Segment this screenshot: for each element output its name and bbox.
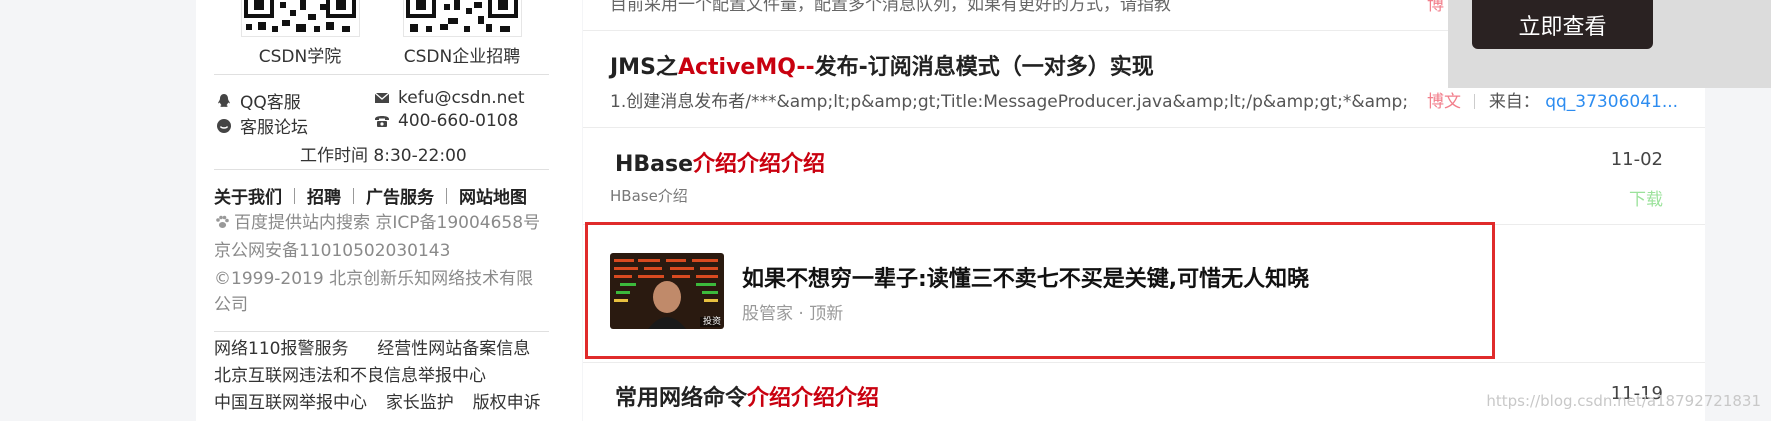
separator — [446, 187, 447, 204]
sidebar: CSDN学院 CSDN企业招聘 QQ客服 kefu@csdn.net 客服论坛 … — [196, 0, 582, 421]
article-desc[interactable]: 1.创建消息发布者/***&amp;lt;p&amp;gt;Title:Mess… — [610, 87, 1410, 112]
forum-smile-icon — [216, 118, 232, 134]
from-label: 来自： — [1488, 92, 1540, 112]
link-china-report-center[interactable]: 中国互联网举报中心 — [214, 393, 367, 413]
author-link[interactable]: qq_37306041... — [1545, 92, 1678, 112]
floating-banner: 立即查看 — [1448, 0, 1771, 88]
phone-label: 400-660-0108 — [398, 111, 519, 131]
divider — [214, 74, 549, 75]
download-title[interactable]: HBase介绍介绍介绍 — [615, 146, 825, 178]
link-report-center[interactable]: 北京互联网违法和不良信息举报中心 — [214, 363, 486, 390]
qr-label-csdn-academy[interactable]: CSDN学院 — [230, 42, 370, 67]
article-meta: 博文 来自： qq_37306041... — [1427, 87, 1678, 112]
qr-code-csdn-recruit[interactable] — [403, 0, 522, 37]
item-date: 11-02 — [1610, 149, 1663, 170]
article-tag: 博文 — [1427, 92, 1461, 112]
baidu-search-line: 百度提供站内搜索 京ICP备19004658号 — [214, 210, 540, 237]
title-highlight: ActiveMQ-- — [677, 55, 815, 80]
phone-icon — [374, 113, 390, 129]
qr-code-csdn-academy[interactable] — [241, 0, 360, 37]
qr-label-csdn-recruit[interactable]: CSDN企业招聘 — [392, 42, 532, 67]
footer-link-sitemap[interactable]: 网站地图 — [459, 183, 527, 208]
work-time: 工作时间 8:30-22:00 — [300, 146, 467, 166]
email-label: kefu@csdn.net — [398, 88, 525, 108]
ad-source: 股管家 · 顶新 — [742, 304, 844, 324]
mail-icon — [374, 90, 390, 106]
link-business-record[interactable]: 经营性网站备案信息 — [377, 339, 530, 359]
bottom-links-row-3: 中国互联网举报中心 家长监护 版权申诉 — [214, 390, 541, 417]
sponsored-ad-card[interactable]: 投资 如果不想穷一辈子:读懂三不卖七不买是关键,可惜无人知晓 股管家 · 顶新 — [585, 222, 1495, 359]
footer-link-ads[interactable]: 广告服务 — [366, 183, 434, 208]
email-link[interactable]: kefu@csdn.net — [374, 88, 525, 108]
divider — [214, 331, 549, 332]
title-suffix: 发布-订阅消息模式（一对多）实现 — [814, 55, 1154, 80]
ad-title[interactable]: 如果不想穷一辈子:读懂三不卖七不买是关键,可惜无人知晓 — [742, 261, 1309, 293]
row-divider — [583, 127, 1705, 128]
download-link[interactable]: 下载 — [1629, 185, 1663, 210]
prev-item-desc[interactable]: 目前采用一个配置文件量，配置多个消息队列，如果有更好的方式，请指教 — [610, 0, 1171, 15]
divider — [214, 169, 549, 170]
footer-links: 关于我们 招聘 广告服务 网站地图 — [214, 183, 527, 208]
qq-service-label: QQ客服 — [240, 93, 301, 113]
download-sub: HBase介绍 — [610, 187, 688, 205]
title-prefix: 常用网络命令 — [615, 386, 748, 411]
row-divider — [583, 362, 1705, 363]
prev-item-tag: 博 — [1427, 0, 1444, 15]
link-copyright-complaint[interactable]: 版权申诉 — [473, 393, 541, 413]
bottom-links-row-1: 网络110报警服务 经营性网站备案信息 — [214, 336, 530, 363]
footer-link-about[interactable]: 关于我们 — [214, 183, 282, 208]
service-forum-label: 客服论坛 — [240, 118, 308, 138]
footer-link-jobs[interactable]: 招聘 — [307, 183, 341, 208]
ad-thumb-caption: 投资 — [702, 317, 721, 327]
paw-icon — [214, 212, 230, 228]
title-highlight: 介绍介绍介绍 — [747, 386, 880, 411]
view-now-button[interactable]: 立即查看 — [1472, 0, 1653, 49]
qq-penguin-icon — [216, 93, 232, 109]
link-parent-control[interactable]: 家长监护 — [386, 393, 454, 413]
police-record[interactable]: 京公网安备11010502030143 — [214, 238, 450, 265]
link-110-police[interactable]: 网络110报警服务 — [214, 339, 348, 359]
title-highlight: 介绍介绍介绍 — [693, 152, 826, 177]
article-title[interactable]: 常用网络命令介绍介绍介绍 — [615, 380, 879, 412]
baidu-search-text: 百度提供站内搜索 京ICP备19004658号 — [234, 213, 541, 233]
title-prefix: HBase — [615, 152, 694, 177]
copyright-line: ©1999-2019 北京创新乐知网络技术有限 — [214, 269, 534, 289]
copyright-line-2: 公司 — [214, 295, 248, 315]
qq-service-link[interactable]: QQ客服 — [216, 88, 301, 113]
phone-link[interactable]: 400-660-0108 — [374, 111, 518, 131]
article-title[interactable]: JMS之ActiveMQ--发布-订阅消息模式（一对多）实现 — [610, 49, 1154, 81]
blog-watermark: https://blog.csdn.net/a18792721831 — [1486, 392, 1761, 410]
title-prefix: JMS之 — [610, 55, 678, 80]
service-forum-link[interactable]: 客服论坛 — [216, 113, 308, 138]
separator — [353, 187, 354, 204]
separator — [294, 187, 295, 204]
ad-thumbnail[interactable]: 投资 — [610, 253, 724, 329]
